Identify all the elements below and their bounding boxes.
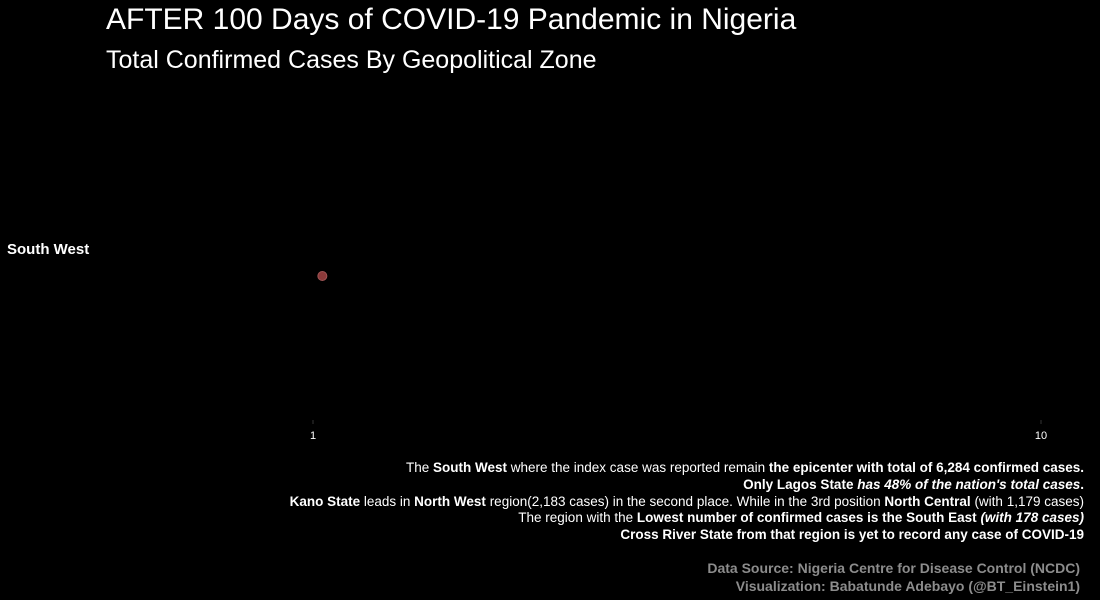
chart-canvas: South West 1 10 AFTER 100 Days of COVID-1… — [0, 0, 1100, 600]
annotation-highlight: Lowest number of confirmed cases is the … — [636, 510, 977, 526]
annotation-block: The South West where the index case was … — [84, 460, 1084, 544]
annotation-text: (with 1,179 cases) — [970, 493, 1084, 509]
annotation-highlight: North Central — [884, 493, 971, 509]
data-source-credit: Data Source: Nigeria Centre for Disease … — [707, 560, 1080, 576]
annotation-highlight: North West — [414, 493, 486, 509]
annotation-line-5: Cross River State from that region is ye… — [84, 527, 1084, 544]
annotation-emphasis: (with 178 cases) — [976, 510, 1084, 526]
x-axis: 1 10 — [310, 420, 1047, 442]
annotation-line-1: The South West where the index case was … — [84, 460, 1084, 477]
category-labels: South West — [7, 241, 89, 258]
visualization-credit: Visualization: Babatunde Adebayo (@BT_Ei… — [735, 578, 1080, 594]
annotation-text: where the index case was reported remain — [507, 460, 769, 475]
annotation-text: region(2,183 cases) in the second place.… — [485, 493, 885, 509]
annotation-highlight: the epicenter with total of 6,284 confir… — [768, 460, 1084, 475]
annotation-highlight: from that region is yet to record any ca… — [732, 527, 1084, 543]
data-point — [317, 271, 328, 281]
annotation-highlight: . — [1080, 476, 1084, 492]
category-label: South West — [7, 241, 89, 258]
annotation-highlight: Cross River State — [620, 527, 733, 543]
annotation-text: The region with the — [518, 510, 637, 526]
annotation-line-3: Kano State leads in North West region(2,… — [84, 494, 1084, 511]
annotation-text: The — [405, 460, 433, 475]
caption: Data Source: Nigeria Centre for Disease … — [480, 559, 1080, 595]
annotation-line-2: Only Lagos State has 48% of the nation's… — [84, 477, 1084, 494]
data-points — [317, 271, 328, 281]
annotation-highlight: Kano State — [289, 493, 361, 509]
annotation-emphasis: has 48% of the nation's total cases — [857, 476, 1081, 492]
x-tick-label: 10 — [1035, 430, 1047, 442]
x-tick-label: 1 — [310, 430, 316, 442]
annotation-highlight: Only Lagos State — [743, 476, 858, 492]
chart-title: AFTER 100 Days of COVID-19 Pandemic in N… — [106, 3, 797, 36]
annotation-text: leads in — [360, 493, 415, 509]
chart-subtitle: Total Confirmed Cases By Geopolitical Zo… — [106, 46, 597, 74]
annotation-highlight: South West — [433, 460, 507, 475]
annotation-line-4: The region with the Lowest number of con… — [84, 510, 1084, 527]
